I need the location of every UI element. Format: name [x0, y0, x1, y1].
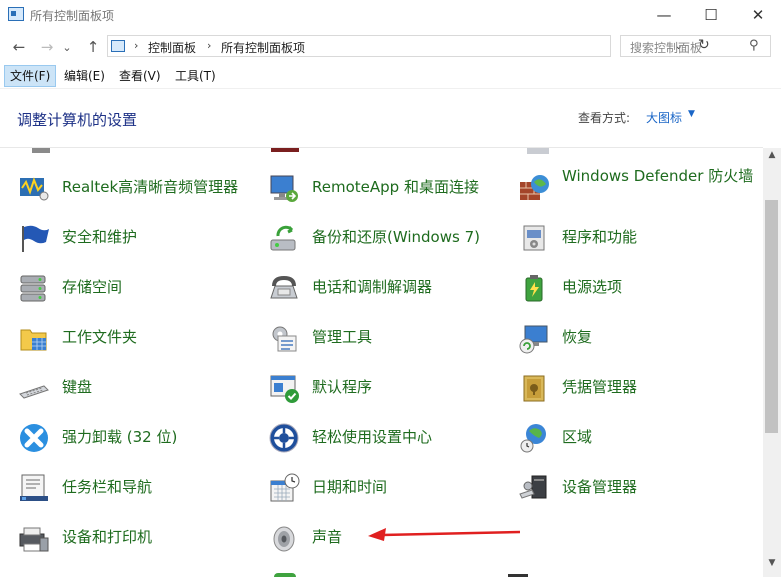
minimize-button[interactable]: — [641, 0, 687, 30]
up-button[interactable]: ↑ [82, 36, 104, 58]
programs-icon [518, 222, 550, 254]
search-box[interactable]: 搜索控制面板 ⚲ [620, 35, 771, 57]
search-icon[interactable]: ⚲ [749, 38, 759, 53]
item-remoteapp[interactable]: RemoteApp 和桌面连接 [268, 166, 508, 210]
partial-item-icon [527, 148, 549, 154]
security-flag-icon [18, 222, 50, 254]
breadcrumb-separator: › [134, 39, 139, 52]
item-backup-restore[interactable]: 备份和还原(Windows 7) [268, 216, 508, 260]
device-manager-icon [518, 472, 550, 504]
divider [0, 88, 781, 89]
address-bar[interactable]: › 控制面板 › 所有控制面板项 ⌄ ↻ [107, 35, 710, 57]
credential-manager-icon [518, 372, 550, 404]
forward-button[interactable]: → [36, 36, 58, 58]
breadcrumb-all-items[interactable]: 所有控制面板项 [221, 39, 305, 56]
title-bar: 所有控制面板项 — ☐ ✕ [0, 0, 781, 30]
recent-locations-button[interactable]: ⌄ [60, 36, 74, 58]
item-realtek-audio[interactable]: Realtek高清晰音频管理器 [18, 166, 258, 210]
admin-tools-icon [268, 322, 300, 354]
power-options-icon [518, 272, 550, 304]
search-placeholder: 搜索控制面板 [630, 41, 703, 55]
work-folders-icon [18, 322, 50, 354]
scroll-up-button[interactable]: ▲ [763, 150, 781, 166]
breadcrumb-separator: › [207, 39, 212, 52]
keyboard-icon [18, 372, 50, 404]
view-by-label: 查看方式: [578, 111, 631, 125]
item-device-manager[interactable]: 设备管理器 [518, 466, 758, 510]
partial-item-icon [32, 148, 50, 153]
control-panel-icon [8, 7, 24, 21]
item-ease-of-access[interactable]: 轻松使用设置中心 [268, 416, 508, 460]
item-programs-features[interactable]: 程序和功能 [518, 216, 758, 260]
item-date-time[interactable]: 日期和时间 [268, 466, 508, 510]
sound-icon [268, 522, 300, 554]
item-work-folders[interactable]: 工作文件夹 [18, 316, 258, 360]
ease-of-access-icon [268, 422, 300, 454]
firewall-icon [518, 172, 550, 204]
partial-item-icon [274, 573, 296, 577]
item-default-programs[interactable]: 默认程序 [268, 366, 508, 410]
phone-modem-icon [268, 272, 300, 304]
remoteapp-icon [268, 172, 300, 204]
menu-file[interactable]: 文件(F) [4, 65, 57, 87]
item-credential-manager[interactable]: 凭据管理器 [518, 366, 758, 410]
item-storage-spaces[interactable]: 存储空间 [18, 266, 258, 310]
item-security-maintenance[interactable]: 安全和维护 [18, 216, 258, 260]
partial-item-icon [271, 148, 299, 152]
close-button[interactable]: ✕ [735, 0, 781, 30]
vertical-scrollbar[interactable]: ▲ ▼ [763, 148, 781, 577]
item-taskbar-navigation[interactable]: 任务栏和导航 [18, 466, 258, 510]
back-button[interactable]: ← [8, 36, 30, 58]
recovery-icon [518, 322, 550, 354]
item-region[interactable]: 区域 [518, 416, 758, 460]
menu-view[interactable]: 查看(V) [114, 65, 166, 87]
realtek-audio-icon [18, 172, 50, 204]
item-recovery[interactable]: 恢复 [518, 316, 758, 360]
control-panel-icon [111, 40, 125, 52]
devices-printers-icon [18, 522, 50, 554]
default-programs-icon [268, 372, 300, 404]
breadcrumb-control-panel[interactable]: 控制面板 [148, 39, 196, 56]
item-phone-modem[interactable]: 电话和调制解调器 [268, 266, 508, 310]
maximize-button[interactable]: ☐ [688, 0, 734, 30]
item-uninstaller[interactable]: 强力卸载 (32 位) [18, 416, 258, 460]
annotation-arrow [368, 528, 521, 541]
date-time-icon [268, 472, 300, 504]
scroll-down-button[interactable]: ▼ [763, 558, 781, 574]
item-keyboard[interactable]: 键盘 [18, 366, 258, 410]
menu-edit[interactable]: 编辑(E) [59, 65, 110, 87]
item-windows-defender-firewall[interactable]: Windows Defender 防火墙 [518, 166, 763, 210]
menu-bar: 文件(F) 编辑(E) 查看(V) 工具(T) [0, 65, 781, 87]
window-title: 所有控制面板项 [30, 9, 115, 23]
item-admin-tools[interactable]: 管理工具 [268, 316, 508, 360]
page-title: 调整计算机的设置 [17, 111, 138, 129]
uninstaller-icon [18, 422, 50, 454]
control-panel-items: Realtek高清晰音频管理器 RemoteApp 和桌面连接 Windows … [0, 148, 763, 577]
view-by-dropdown[interactable]: 大图标 [646, 109, 682, 126]
item-devices-printers[interactable]: 设备和打印机 [18, 516, 258, 560]
item-power-options[interactable]: 电源选项 [518, 266, 758, 310]
region-icon [518, 422, 550, 454]
storage-spaces-icon [18, 272, 50, 304]
scroll-thumb[interactable] [765, 200, 778, 433]
chevron-down-icon[interactable]: ▼ [688, 109, 695, 119]
menu-tools[interactable]: 工具(T) [170, 65, 221, 87]
taskbar-icon [18, 472, 50, 504]
backup-restore-icon [268, 222, 300, 254]
